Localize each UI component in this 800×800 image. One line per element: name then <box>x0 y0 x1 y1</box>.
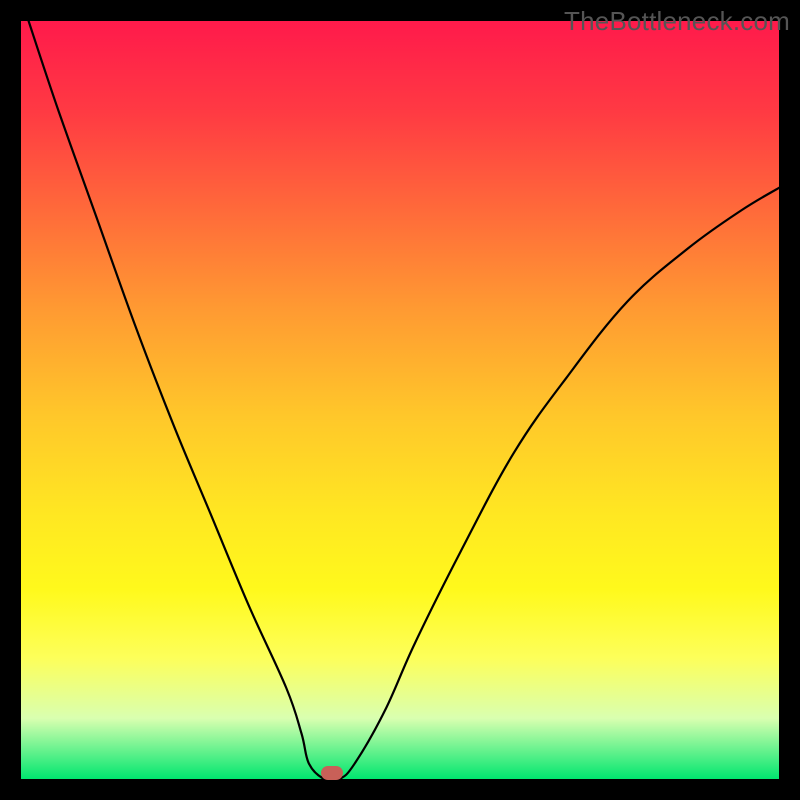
curve-line <box>21 21 779 779</box>
plot-area <box>21 21 779 779</box>
min-marker <box>321 766 343 780</box>
watermark-label: TheBottleneck.com <box>564 6 790 37</box>
chart-frame: TheBottleneck.com <box>0 0 800 800</box>
